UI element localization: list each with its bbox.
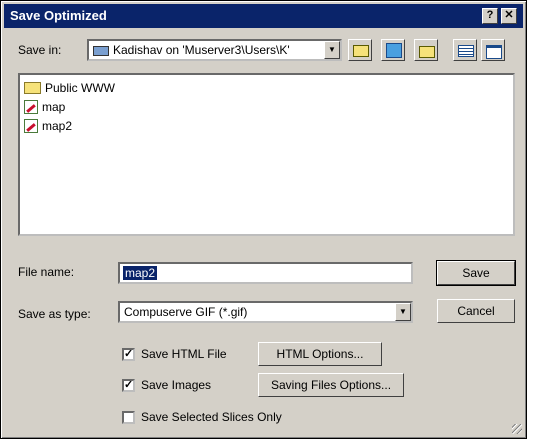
save-in-dropdown[interactable]: Kadishav on 'Muserver3\Users\K' ▼ xyxy=(87,39,342,61)
file-name-field[interactable]: map2 xyxy=(118,262,413,284)
file-name-label: map2 xyxy=(42,119,73,133)
details-view-icon xyxy=(486,45,502,59)
html-options-button[interactable]: HTML Options... xyxy=(258,342,382,366)
save-selected-slices-label[interactable]: Save Selected Slices Only xyxy=(141,410,282,424)
help-button[interactable]: ? xyxy=(482,8,498,24)
saving-files-options-button[interactable]: Saving Files Options... xyxy=(258,373,404,397)
save-selected-slices-checkbox[interactable] xyxy=(122,411,135,424)
desktop-icon xyxy=(386,43,402,58)
list-item[interactable]: map2 xyxy=(24,118,72,134)
save-as-type-dropdown[interactable]: Compuserve GIF (*.gif) ▼ xyxy=(118,301,413,323)
chevron-down-icon[interactable]: ▼ xyxy=(395,303,411,321)
image-file-icon xyxy=(24,119,38,133)
network-drive-icon xyxy=(93,45,109,56)
details-view-button[interactable] xyxy=(481,39,505,61)
list-view-button[interactable] xyxy=(453,39,477,61)
new-folder-button[interactable] xyxy=(414,39,438,61)
folder-icon xyxy=(24,82,41,94)
image-file-icon xyxy=(24,100,38,114)
save-images-checkbox[interactable]: ✓ xyxy=(122,379,135,392)
close-button[interactable]: ✕ xyxy=(501,8,517,24)
file-name-label: Public WWW xyxy=(45,81,115,95)
save-html-label[interactable]: Save HTML File xyxy=(141,347,227,361)
file-name-label: map xyxy=(42,100,66,114)
up-folder-icon xyxy=(353,45,369,57)
file-name-value: map2 xyxy=(123,266,158,280)
up-one-level-button[interactable] xyxy=(348,39,372,61)
resize-grip[interactable] xyxy=(512,424,522,434)
save-in-label: Save in: xyxy=(18,43,62,57)
desktop-button[interactable] xyxy=(381,39,405,61)
window-title: Save Optimized xyxy=(10,8,107,23)
save-button[interactable]: Save xyxy=(436,260,516,286)
new-folder-icon xyxy=(419,46,435,58)
save-html-checkbox[interactable]: ✓ xyxy=(122,348,135,361)
list-view-icon xyxy=(458,45,474,57)
save-in-value: Kadishav on 'Muserver3\Users\K' xyxy=(93,43,290,57)
list-item[interactable]: Public WWW xyxy=(24,80,115,96)
file-list[interactable]: Public WWW map map2 xyxy=(18,73,515,236)
save-as-type-value: Compuserve GIF (*.gif) xyxy=(124,305,248,319)
save-as-type-label: Save as type: xyxy=(18,307,91,321)
save-optimized-dialog: Save Optimized ? ✕ Save in: Kadishav on … xyxy=(0,0,527,439)
title-bar[interactable]: Save Optimized ? ✕ xyxy=(4,4,523,28)
file-name-label: File name: xyxy=(18,265,75,279)
save-images-label[interactable]: Save Images xyxy=(141,378,211,392)
list-item[interactable]: map xyxy=(24,99,65,115)
chevron-down-icon[interactable]: ▼ xyxy=(324,41,340,59)
cancel-button[interactable]: Cancel xyxy=(437,299,515,323)
